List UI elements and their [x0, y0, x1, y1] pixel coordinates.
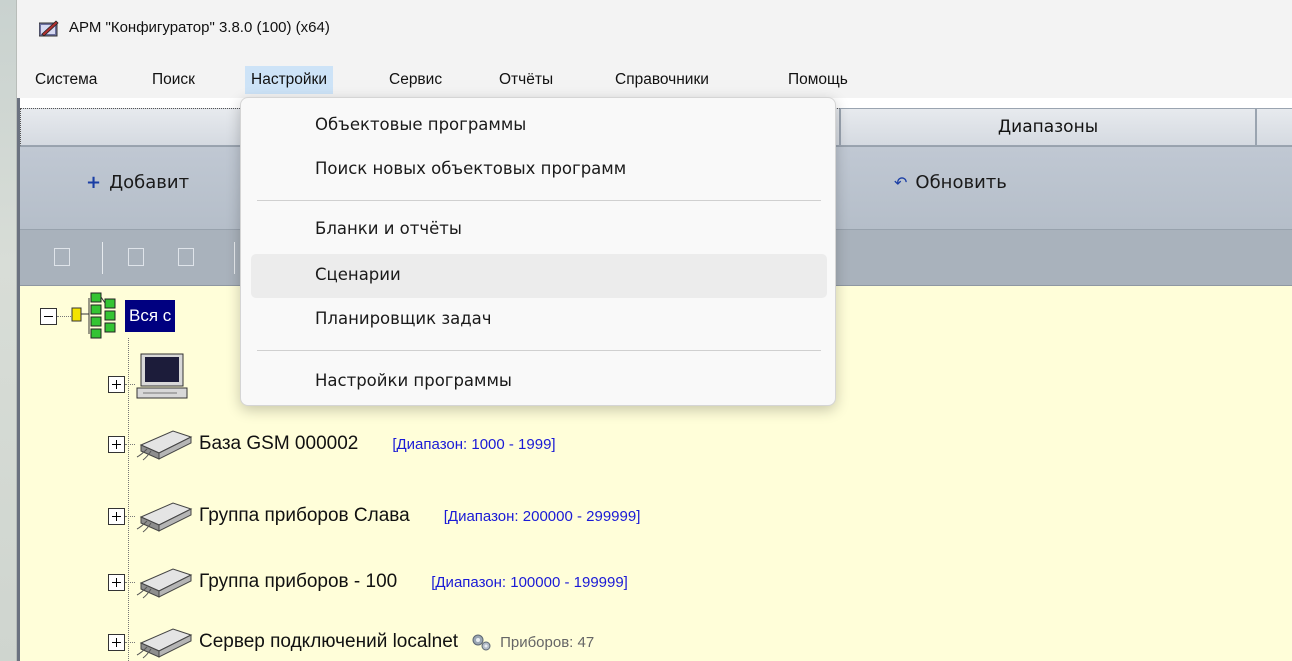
- network-tree-icon: [71, 292, 116, 339]
- menu-item-task-scheduler[interactable]: Планировщик задач: [251, 298, 827, 342]
- undo-icon: ↶: [894, 173, 908, 192]
- tree-node-label: База GSM 000002: [199, 433, 359, 454]
- refresh-button[interactable]: ↶ Обновить: [894, 172, 1007, 193]
- menu-references[interactable]: Справочники: [609, 66, 715, 94]
- computer-icon: [136, 353, 188, 399]
- tree-node-label: Группа приборов Слава: [199, 505, 410, 526]
- settings-dropdown-menu: Объектовые программы Поиск новых объекто…: [240, 97, 836, 406]
- range-label: [Диапазон: 100000 - 199999]: [431, 573, 628, 591]
- title-bar: АРМ "Конфигуратор" 3.8.0 (100) (x64): [17, 0, 1292, 60]
- new-item-icon[interactable]: [128, 248, 144, 266]
- tree-node-computer[interactable]: [108, 353, 189, 404]
- add-button-label: Добавит: [109, 172, 190, 193]
- expand-icon[interactable]: [108, 507, 125, 525]
- menu-item-label: Объектовые программы: [315, 115, 527, 134]
- menu-item-object-programs[interactable]: Объектовые программы: [251, 104, 827, 148]
- menu-item-program-settings[interactable]: Настройки программы: [251, 360, 827, 404]
- tab-ranges-label: Диапазоны: [997, 117, 1099, 137]
- tree-node[interactable]: База GSM 000002 [Диапазон: 1000 - 1999]: [108, 424, 556, 464]
- tree-node[interactable]: Группа приборов Слава [Диапазон: 200000 …: [108, 496, 640, 536]
- menu-system[interactable]: Система: [29, 66, 103, 94]
- tree-node-label: Группа приборов - 100: [199, 571, 398, 592]
- tab-extra[interactable]: [1256, 108, 1292, 146]
- menu-settings[interactable]: Настройки: [245, 66, 334, 94]
- expand-icon[interactable]: [108, 633, 125, 651]
- app-pencil-icon: [39, 20, 59, 37]
- save-icon[interactable]: [54, 248, 70, 266]
- menu-separator: [257, 200, 821, 201]
- desktop-edge: [0, 0, 17, 661]
- menu-item-forms-reports[interactable]: Бланки и отчёты: [251, 208, 827, 252]
- gears-icon: [472, 634, 491, 651]
- device-icon: [136, 502, 193, 533]
- devices-count: Приборов: 47: [500, 633, 595, 651]
- tree-root-label[interactable]: Вся с: [125, 300, 176, 332]
- menu-item-label: Поиск новых объектовых программ: [315, 159, 627, 178]
- tab-ranges[interactable]: Диапазоны: [840, 108, 1256, 146]
- menu-item-label: Настройки программы: [315, 371, 512, 390]
- refresh-button-label: Обновить: [915, 172, 1007, 193]
- plus-icon: +: [86, 172, 102, 193]
- menu-item-label: Бланки и отчёты: [315, 219, 462, 238]
- menu-separator: [257, 350, 821, 351]
- toolbar-separator: [234, 242, 235, 274]
- toolbar-separator: [102, 242, 103, 274]
- collapse-icon[interactable]: [40, 307, 57, 325]
- expand-icon[interactable]: [108, 435, 125, 453]
- menu-reports[interactable]: Отчёты: [493, 66, 559, 94]
- tree-node[interactable]: Сервер подключений localnet Приборов: 47: [108, 622, 594, 661]
- expand-icon[interactable]: [108, 573, 125, 591]
- tree-node[interactable]: Группа приборов - 100 [Диапазон: 100000 …: [108, 562, 628, 602]
- range-label: [Диапазон: 1000 - 1999]: [392, 435, 556, 453]
- tree-node-label: Сервер подключений localnet: [199, 631, 459, 652]
- menu-item-search-object-programs[interactable]: Поиск новых объектовых программ: [251, 148, 827, 192]
- device-icon: [136, 568, 193, 599]
- window-title: АРМ "Конфигуратор" 3.8.0 (100) (x64): [69, 19, 330, 36]
- range-label: [Диапазон: 200000 - 299999]: [443, 507, 641, 525]
- edit-item-icon[interactable]: [178, 248, 194, 266]
- expand-icon[interactable]: [108, 375, 125, 393]
- menu-bar: Система Поиск Настройки Сервис Отчёты Сп…: [17, 60, 1292, 98]
- add-button[interactable]: + Добавит: [86, 172, 189, 193]
- tree-root[interactable]: Вся с: [40, 292, 176, 339]
- menu-item-label: Планировщик задач: [315, 309, 492, 328]
- menu-help[interactable]: Помощь: [782, 66, 854, 94]
- device-icon: [136, 628, 193, 659]
- menu-item-label: Сценарии: [315, 265, 401, 284]
- menu-service[interactable]: Сервис: [383, 66, 448, 94]
- menu-item-scenarios[interactable]: Сценарии: [251, 254, 827, 298]
- device-icon: [136, 430, 193, 461]
- menu-search[interactable]: Поиск: [146, 66, 201, 94]
